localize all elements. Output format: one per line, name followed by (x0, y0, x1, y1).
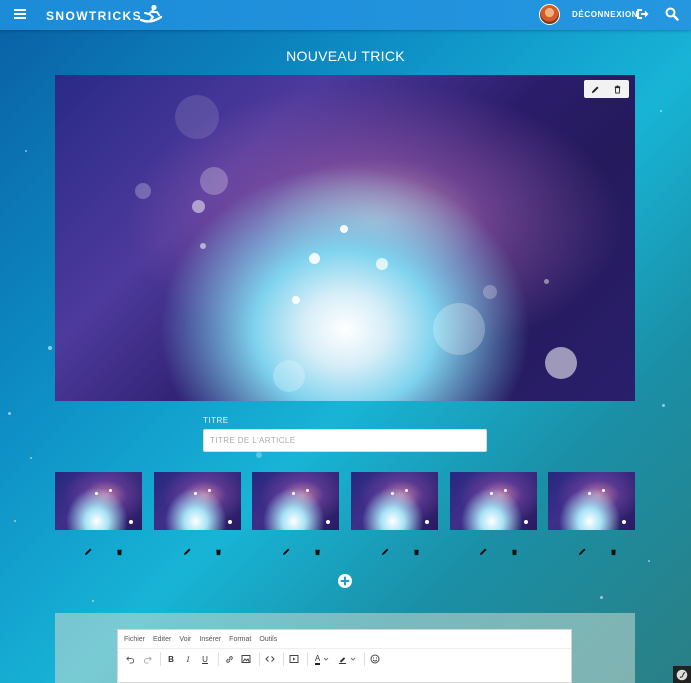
menu-format[interactable]: Format (229, 636, 251, 643)
delete-icon[interactable] (613, 84, 622, 94)
bold-button[interactable]: B (164, 652, 178, 666)
delete-icon[interactable] (510, 547, 519, 556)
media-thumbnail[interactable] (351, 472, 438, 530)
editor-toolbar: B I U A (118, 649, 571, 669)
delete-icon[interactable] (609, 547, 618, 556)
snowboarder-logo-icon (139, 4, 163, 23)
undo-icon[interactable] (123, 652, 137, 666)
media-thumbnail[interactable] (154, 472, 241, 530)
top-navbar: SNOWTRICKS DÉCONNEXION (0, 0, 691, 30)
chevron-down-icon (323, 657, 329, 661)
image-icon[interactable] (239, 652, 253, 666)
editor-menubar: Fichier Editer Voir Insérer Format Outil… (118, 630, 571, 649)
chevron-down-icon (350, 657, 356, 661)
media-thumbnail[interactable] (450, 472, 537, 530)
avatar[interactable] (539, 4, 560, 25)
thumbnail-actions (282, 547, 322, 557)
logout-icon[interactable] (636, 8, 649, 20)
italic-button[interactable]: I (181, 652, 195, 666)
media-thumbnail[interactable] (548, 472, 635, 530)
thumbnail-actions (479, 547, 519, 557)
delete-icon[interactable] (115, 547, 124, 556)
symfony-toolbar-icon[interactable] (673, 666, 691, 683)
edit-icon[interactable] (479, 547, 488, 556)
media-embed-icon[interactable] (287, 652, 301, 666)
page-title: NOUVEAU TRICK (286, 48, 405, 64)
logout-link[interactable]: DÉCONNEXION (572, 10, 638, 19)
edit-icon[interactable] (578, 547, 587, 556)
edit-icon[interactable] (381, 547, 390, 556)
title-input[interactable] (203, 429, 487, 452)
menu-tools[interactable]: Outils (259, 636, 277, 643)
link-icon[interactable] (222, 652, 236, 666)
menu-insert[interactable]: Insérer (199, 636, 221, 643)
redo-icon[interactable] (140, 652, 154, 666)
menu-icon[interactable] (14, 9, 26, 19)
plus-icon (340, 576, 350, 586)
menu-view[interactable]: Voir (179, 636, 191, 643)
featured-image (55, 75, 635, 401)
thumbnail-actions (578, 547, 618, 557)
emoji-icon[interactable] (368, 652, 382, 666)
search-icon[interactable] (665, 7, 679, 21)
delete-icon[interactable] (313, 547, 322, 556)
brand-name[interactable]: SNOWTRICKS (46, 9, 142, 23)
rich-text-editor[interactable]: Fichier Editer Voir Insérer Format Outil… (117, 629, 572, 683)
edit-icon[interactable] (84, 547, 93, 556)
hero-actions (584, 80, 629, 98)
menu-edit[interactable]: Editer (153, 636, 171, 643)
delete-icon[interactable] (412, 547, 421, 556)
thumbnail-actions (84, 547, 124, 557)
highlight-color-button[interactable] (336, 652, 358, 666)
thumbnail-actions (183, 547, 223, 557)
edit-icon[interactable] (183, 547, 192, 556)
edit-icon[interactable] (282, 547, 291, 556)
menu-file[interactable]: Fichier (124, 636, 145, 643)
underline-button[interactable]: U (198, 652, 212, 666)
edit-icon[interactable] (591, 85, 600, 94)
code-icon[interactable] (263, 652, 277, 666)
media-thumbnail[interactable] (252, 472, 339, 530)
highlighter-icon (338, 656, 347, 664)
media-thumbnail[interactable] (55, 472, 142, 530)
add-media-button[interactable] (338, 574, 352, 588)
thumbnail-actions (381, 547, 421, 557)
title-label: TITRE (203, 416, 229, 425)
text-color-button[interactable]: A (311, 652, 333, 666)
delete-icon[interactable] (214, 547, 223, 556)
